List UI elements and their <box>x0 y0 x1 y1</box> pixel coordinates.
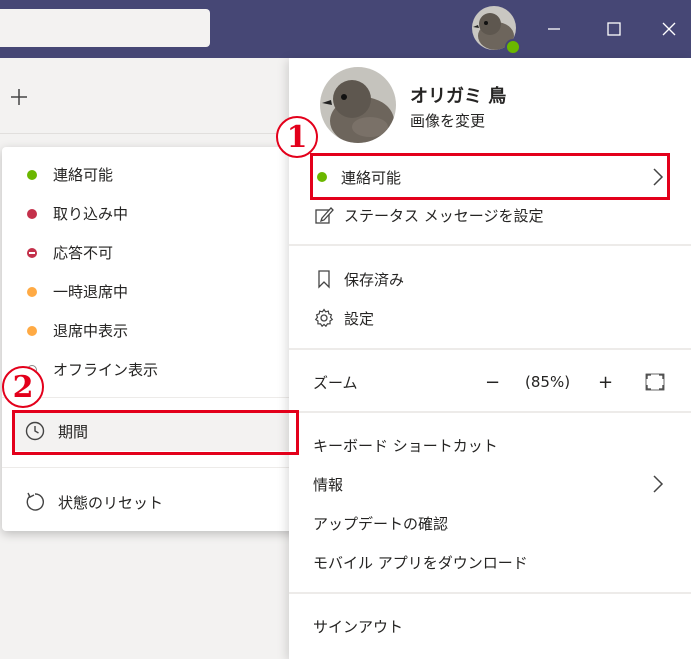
highlight-duration-box <box>12 410 299 455</box>
busy-icon <box>27 208 37 219</box>
reset-icon <box>26 492 44 511</box>
status-item-appear-away[interactable]: 退席中表示 <box>2 311 300 350</box>
divider <box>2 397 300 398</box>
zoom-in-button[interactable]: + <box>598 363 613 401</box>
check-updates-label: アップデートの確認 <box>313 514 449 533</box>
change-image-link[interactable]: 画像を変更 <box>410 110 485 131</box>
saved-label: 保存済み <box>344 270 405 289</box>
download-mobile-app-item[interactable]: モバイル アプリをダウンロード <box>289 543 691 581</box>
divider <box>289 411 691 413</box>
settings-label: 設定 <box>344 309 375 328</box>
available-icon <box>27 169 37 180</box>
status-item-busy[interactable]: 取り込み中 <box>2 194 300 233</box>
annotation-badge-2: 2 <box>2 366 44 408</box>
profile-name: オリガミ 鳥 <box>410 86 507 107</box>
fullscreen-icon[interactable] <box>645 363 665 401</box>
profile-avatar[interactable] <box>320 67 396 143</box>
settings-item[interactable]: 設定 <box>289 299 691 337</box>
status-item-dnd[interactable]: 応答不可 <box>2 233 300 272</box>
annotation-badge-1: 1 <box>276 116 318 158</box>
edit-icon <box>313 205 335 225</box>
reset-status-item[interactable]: 状態のリセット <box>2 482 300 522</box>
do-not-disturb-icon <box>27 247 37 258</box>
plus-icon[interactable] <box>8 86 30 108</box>
presence-available-icon <box>505 39 521 55</box>
sign-out-item[interactable]: サインアウト <box>289 607 691 645</box>
bookmark-icon <box>313 269 335 289</box>
divider <box>0 133 300 134</box>
gear-icon <box>313 308 335 328</box>
close-button[interactable] <box>654 14 684 44</box>
zoom-row: ズーム − (85%) + <box>289 363 691 401</box>
status-label: オフライン表示 <box>53 361 159 379</box>
maximize-button[interactable] <box>599 14 629 44</box>
set-status-message-label: ステータス メッセージを設定 <box>344 206 544 225</box>
divider <box>289 592 691 594</box>
about-label: 情報 <box>313 475 344 494</box>
keyboard-shortcuts-label: キーボード ショートカット <box>313 436 498 455</box>
profile-menu: オリガミ 鳥 画像を変更 連絡可能 ステータス メッセージを設定 保存済み 設定… <box>289 58 691 659</box>
status-label: 応答不可 <box>53 244 114 262</box>
keyboard-shortcuts-item[interactable]: キーボード ショートカット <box>289 426 691 464</box>
search-box[interactable] <box>0 9 210 47</box>
status-item-appear-offline[interactable]: オフライン表示 <box>2 350 300 389</box>
chevron-right-icon <box>653 475 664 493</box>
status-label: 一時退席中 <box>53 283 129 301</box>
divider <box>289 348 691 350</box>
sign-out-label: サインアウト <box>313 617 404 636</box>
status-item-away[interactable]: 一時退席中 <box>2 272 300 311</box>
away-icon <box>27 325 37 336</box>
status-label: 退席中表示 <box>53 322 129 340</box>
status-label: 連絡可能 <box>53 166 114 184</box>
reset-label: 状態のリセット <box>58 493 164 512</box>
highlight-status-box <box>310 153 670 200</box>
status-label: 取り込み中 <box>53 205 129 223</box>
divider <box>289 244 691 246</box>
title-bar <box>0 0 691 58</box>
saved-item[interactable]: 保存済み <box>289 260 691 298</box>
zoom-value: (85%) <box>525 373 571 391</box>
minimize-button[interactable] <box>539 14 569 44</box>
about-item[interactable]: 情報 <box>289 465 691 503</box>
zoom-out-button[interactable]: − <box>485 363 500 401</box>
set-status-message-item[interactable]: ステータス メッセージを設定 <box>289 196 691 234</box>
zoom-label: ズーム <box>313 373 358 392</box>
download-mobile-app-label: モバイル アプリをダウンロード <box>313 553 528 572</box>
check-updates-item[interactable]: アップデートの確認 <box>289 504 691 542</box>
divider <box>2 467 300 468</box>
away-icon <box>27 286 37 297</box>
status-menu: 連絡可能 取り込み中 応答不可 一時退席中 退席中表示 オフライン表示 期間 状… <box>2 147 300 531</box>
status-item-available[interactable]: 連絡可能 <box>2 155 300 194</box>
